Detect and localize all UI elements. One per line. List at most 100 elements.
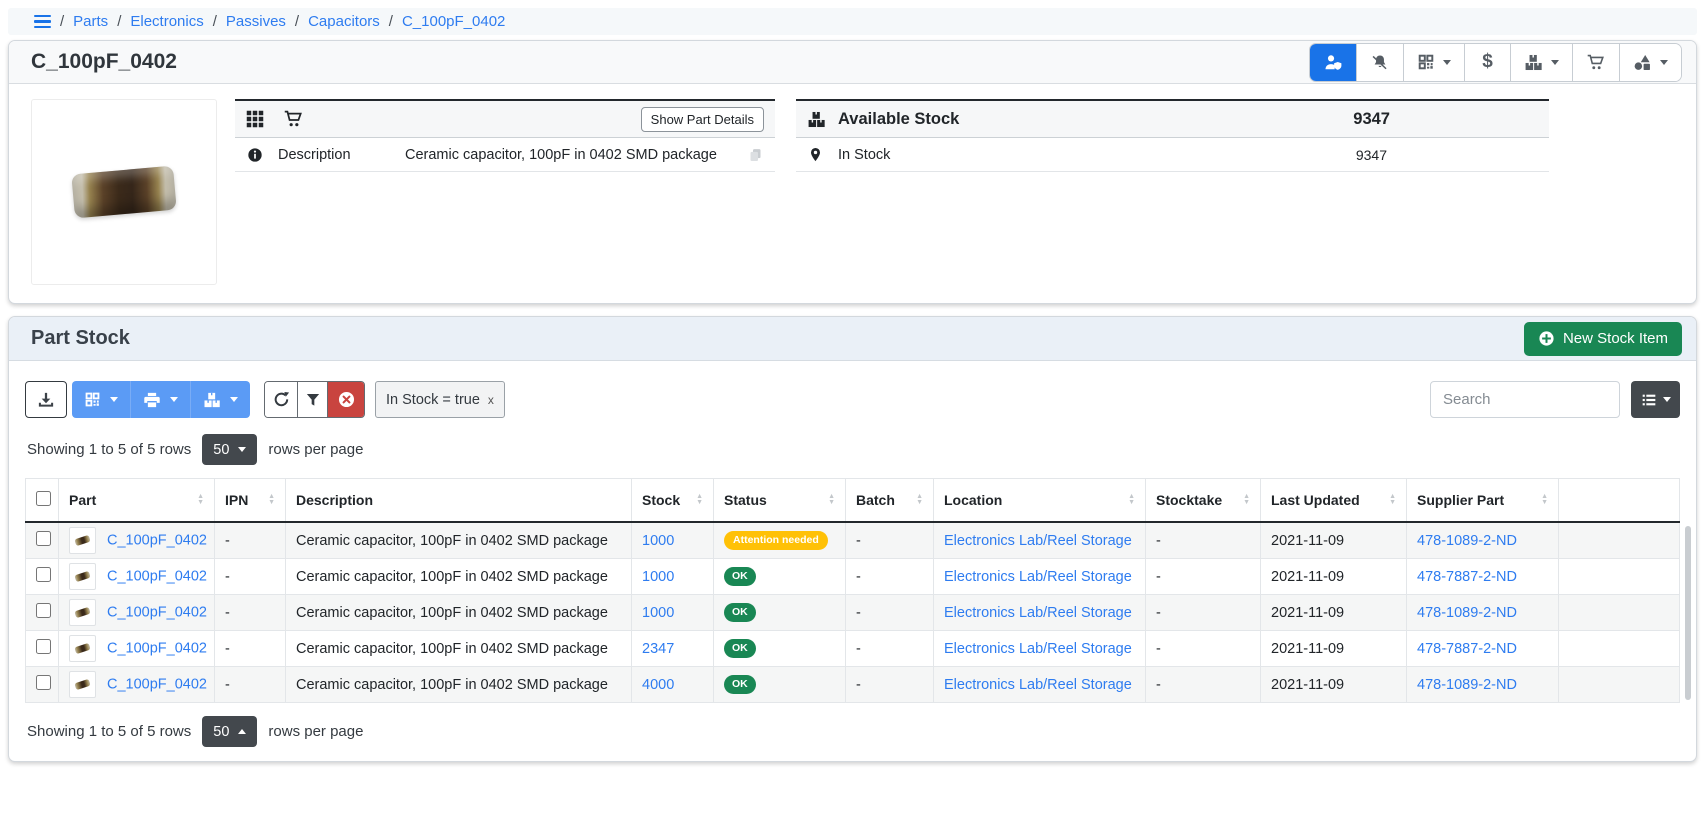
description-cell: Ceramic capacitor, 100pF in 0402 SMD pac…	[286, 559, 632, 595]
search-input[interactable]	[1430, 381, 1620, 418]
part-link[interactable]: C_100pF_0402	[107, 604, 207, 620]
filter-button[interactable]	[297, 382, 327, 417]
row-checkbox[interactable]	[36, 603, 51, 618]
status-badge: Attention needed	[724, 531, 828, 550]
barcode-actions-button[interactable]	[1403, 44, 1464, 81]
page-size-dropdown[interactable]: 50	[202, 716, 257, 747]
breadcrumb-link-current-part[interactable]: C_100pF_0402	[402, 13, 505, 30]
supplier-part-link[interactable]: 478-7887-2-ND	[1417, 641, 1517, 657]
available-stock-header: Available Stock 9347	[796, 101, 1549, 138]
row-checkbox[interactable]	[36, 639, 51, 654]
col-header-part[interactable]: Part	[59, 479, 215, 523]
in-stock-row: In Stock 9347	[796, 138, 1549, 172]
in-stock-value: 9347	[1356, 147, 1537, 163]
show-part-details-button[interactable]: Show Part Details	[641, 107, 764, 132]
part-link[interactable]: C_100pF_0402	[107, 640, 207, 656]
location-link[interactable]: Electronics Lab/Reel Storage	[944, 533, 1132, 549]
new-stock-item-label: New Stock Item	[1563, 330, 1668, 347]
table-scrollbar[interactable]	[1685, 526, 1691, 700]
table-barcode-button[interactable]	[72, 381, 130, 418]
col-header-stock[interactable]: Stock	[632, 479, 714, 523]
supplier-part-link[interactable]: 478-1089-2-ND	[1417, 533, 1517, 549]
menu-icon[interactable]	[34, 15, 51, 29]
export-button[interactable]	[25, 381, 67, 418]
part-link[interactable]: C_100pF_0402	[107, 676, 207, 692]
stock-link[interactable]: 1000	[642, 533, 674, 549]
breadcrumb-link-parts[interactable]: Parts	[73, 13, 108, 30]
stock-link[interactable]: 4000	[642, 677, 674, 693]
remove-filter-icon[interactable]: x	[488, 393, 494, 407]
row-checkbox[interactable]	[36, 567, 51, 582]
col-header-stocktake[interactable]: Stocktake	[1146, 479, 1261, 523]
part-thumbnail	[69, 527, 96, 554]
breadcrumb-link-capacitors[interactable]: Capacitors	[308, 13, 380, 30]
breadcrumb-link-passives[interactable]: Passives	[226, 13, 286, 30]
part-thumbnail	[69, 599, 96, 626]
supplier-part-link[interactable]: 478-1089-2-ND	[1417, 677, 1517, 693]
location-link[interactable]: Electronics Lab/Reel Storage	[944, 641, 1132, 657]
copy-icon[interactable]	[748, 147, 763, 163]
ipn-cell: -	[215, 667, 286, 703]
part-action-toolbar	[1309, 43, 1682, 82]
supplier-part-link[interactable]: 478-7887-2-ND	[1417, 569, 1517, 585]
part-link[interactable]: C_100pF_0402	[107, 532, 207, 548]
sort-icon	[916, 494, 923, 506]
columns-button[interactable]	[1631, 381, 1680, 418]
part-image[interactable]	[31, 99, 217, 285]
status-badge: OK	[724, 567, 756, 586]
breadcrumb-separator: /	[213, 13, 217, 30]
select-all-checkbox[interactable]	[36, 491, 51, 506]
status-badge: OK	[724, 675, 756, 694]
location-link[interactable]: Electronics Lab/Reel Storage	[944, 605, 1132, 621]
unsubscribe-button[interactable]	[1356, 44, 1403, 81]
capacitor-thumb-graphic	[74, 607, 90, 618]
supplier-part-link[interactable]: 478-1089-2-ND	[1417, 605, 1517, 621]
table-row: C_100pF_0402 - Ceramic capacitor, 100pF …	[26, 559, 1680, 595]
part-thumbnail	[69, 635, 96, 662]
grid-icon	[246, 110, 264, 128]
table-action-buttons	[72, 381, 250, 418]
stock-link[interactable]: 1000	[642, 569, 674, 585]
stock-link[interactable]: 1000	[642, 605, 674, 621]
col-header-last-updated[interactable]: Last Updated	[1261, 479, 1407, 523]
filter-funnel-icon	[305, 392, 321, 408]
print-button[interactable]	[130, 381, 190, 418]
col-header-status[interactable]: Status	[714, 479, 846, 523]
col-header-batch[interactable]: Batch	[846, 479, 934, 523]
col-header-ipn[interactable]: IPN	[215, 479, 286, 523]
part-overview-body: Show Part Details Description Ceramic ca…	[9, 84, 1696, 303]
admin-button[interactable]	[1310, 44, 1356, 81]
sort-icon	[1389, 494, 1396, 506]
location-link[interactable]: Electronics Lab/Reel Storage	[944, 677, 1132, 693]
part-details-card: Show Part Details Description Ceramic ca…	[235, 99, 775, 172]
location-link[interactable]: Electronics Lab/Reel Storage	[944, 569, 1132, 585]
col-header-supplier-part[interactable]: Supplier Part	[1407, 479, 1559, 523]
ipn-cell: -	[215, 522, 286, 559]
part-link[interactable]: C_100pF_0402	[107, 568, 207, 584]
col-header-location[interactable]: Location	[934, 479, 1146, 523]
stock-table-toolbar: In Stock = true x	[25, 381, 1680, 418]
pricing-button[interactable]	[1464, 44, 1510, 81]
batch-cell: -	[846, 559, 934, 595]
filter-chip[interactable]: In Stock = true x	[375, 381, 505, 418]
stock-actions-button[interactable]	[1510, 44, 1572, 81]
part-stock-body: In Stock = true x Showing 1 to 5	[9, 361, 1696, 761]
row-checkbox[interactable]	[36, 531, 51, 546]
row-checkbox[interactable]	[36, 675, 51, 690]
showing-rows-text: Showing 1 to 5 of 5 rows	[27, 441, 191, 458]
order-button[interactable]	[1572, 44, 1619, 81]
clear-filters-button[interactable]	[327, 382, 364, 417]
page-size-dropdown[interactable]: 50	[202, 434, 257, 465]
refresh-button[interactable]	[265, 382, 297, 417]
clear-filter-icon	[337, 390, 356, 409]
part-actions-button[interactable]	[1619, 44, 1681, 81]
sort-icon	[696, 494, 703, 506]
stock-link[interactable]: 2347	[642, 641, 674, 657]
chevron-down-icon	[170, 397, 178, 402]
breadcrumb-link-electronics[interactable]: Electronics	[130, 13, 203, 30]
available-stock-title: Available Stock	[838, 110, 959, 129]
stock-options-button[interactable]	[190, 381, 250, 418]
stock-table: Part IPN Description Stock Status Batch …	[25, 478, 1680, 703]
bell-slash-icon	[1370, 53, 1390, 72]
new-stock-item-button[interactable]: New Stock Item	[1524, 322, 1682, 356]
